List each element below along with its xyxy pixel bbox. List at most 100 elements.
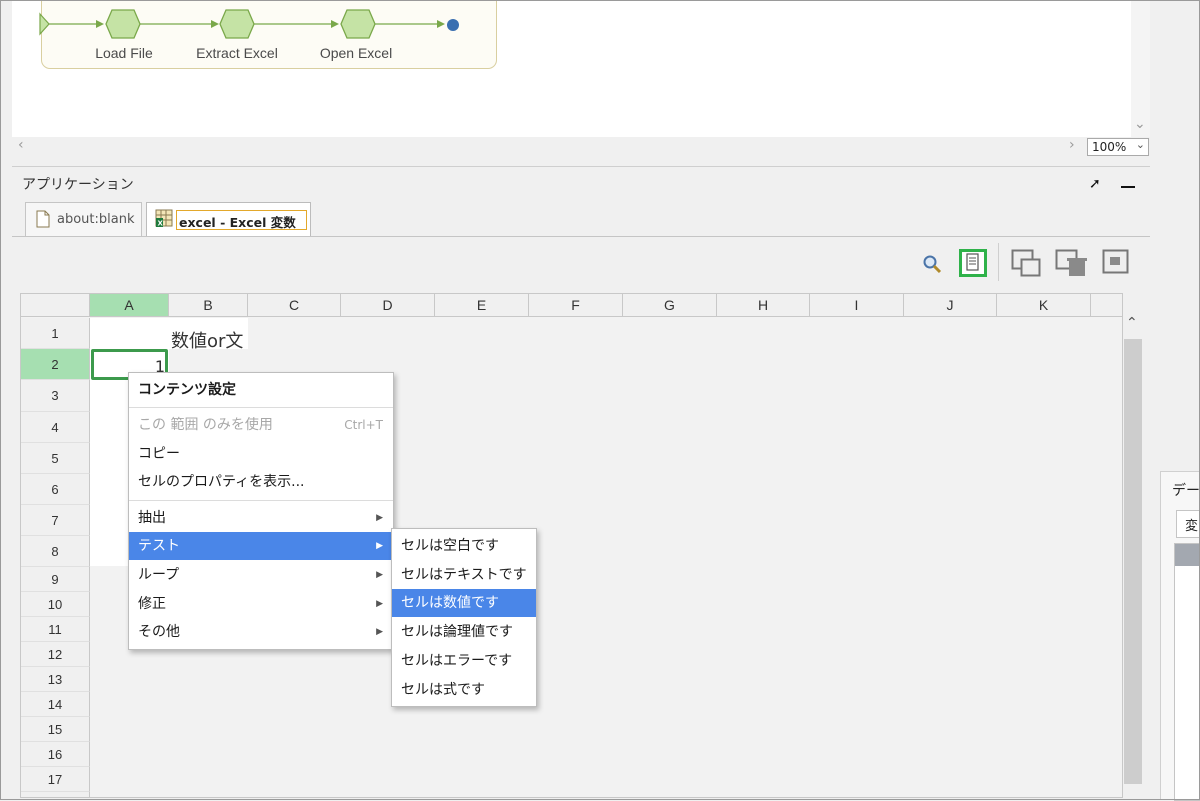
row-header[interactable]: 5 bbox=[21, 443, 90, 474]
toolbar-divider bbox=[998, 243, 999, 281]
side-pane-row[interactable] bbox=[1175, 544, 1200, 566]
row-header[interactable]: 4 bbox=[21, 412, 90, 443]
submenu-item-cell-boolean[interactable]: セルは論理値です bbox=[392, 618, 536, 646]
chevron-right-icon[interactable]: › bbox=[1069, 137, 1075, 153]
submenu-arrow-icon: ▶ bbox=[376, 513, 383, 523]
side-pane-tab[interactable]: 変 bbox=[1176, 510, 1200, 538]
row-header[interactable]: 1 bbox=[21, 318, 90, 349]
submenu-arrow-icon: ▶ bbox=[376, 570, 383, 580]
column-header[interactable]: D bbox=[341, 294, 435, 317]
row-header[interactable]: 9 bbox=[21, 567, 90, 592]
submenu-item-cell-blank[interactable]: セルは空白です bbox=[392, 532, 536, 560]
menu-item-label: セルのプロパティを表示... bbox=[138, 474, 305, 490]
tab-label: about:blank bbox=[57, 212, 135, 227]
flow-end-node bbox=[447, 19, 459, 31]
submenu-item-cell-formula[interactable]: セルは式です bbox=[392, 676, 536, 704]
cell-b1-value: 数値or文 bbox=[171, 331, 244, 352]
row-header[interactable]: 3 bbox=[21, 380, 90, 412]
submenu-item-cell-text[interactable]: セルはテキストです bbox=[392, 561, 536, 589]
row-header[interactable]: 17 bbox=[21, 767, 90, 792]
scrollbar-thumb[interactable] bbox=[1124, 339, 1142, 784]
submenu-item-cell-error[interactable]: セルはエラーです bbox=[392, 647, 536, 675]
canvas-horizontal-scrollbar[interactable]: ‹ › bbox=[12, 137, 1150, 157]
chevron-down-icon[interactable]: ⌄ bbox=[1134, 116, 1146, 132]
row-header[interactable]: 15 bbox=[21, 717, 90, 742]
side-pane-title: デー bbox=[1172, 483, 1200, 499]
context-menu: コンテンツ設定 この 範囲 のみを使用 Ctrl+T コピー セルのプロパティを… bbox=[128, 372, 394, 650]
column-header[interactable]: I bbox=[810, 294, 904, 317]
tab-about-blank[interactable]: about:blank bbox=[25, 202, 142, 236]
canvas-vertical-scrollbar[interactable]: ⌄ bbox=[1131, 0, 1150, 137]
submenu-arrow-icon: ▶ bbox=[376, 627, 383, 637]
svg-text:X: X bbox=[158, 220, 164, 228]
column-header[interactable]: K bbox=[997, 294, 1091, 317]
divider bbox=[12, 166, 1150, 167]
submenu-test: セルは空白です セルはテキストです セルは数値です セルは論理値です セルはエラ… bbox=[391, 528, 537, 707]
zoom-value: 100% bbox=[1092, 140, 1127, 154]
menu-item-use-range-only[interactable]: この 範囲 のみを使用 Ctrl+T bbox=[129, 411, 393, 439]
menu-item-copy[interactable]: コピー bbox=[129, 440, 393, 468]
tab-excel[interactable]: X excel - Excel 変数 bbox=[146, 202, 311, 237]
column-header[interactable]: H bbox=[717, 294, 810, 317]
row-header-partial bbox=[21, 792, 90, 797]
menu-item-label: ループ bbox=[138, 567, 180, 583]
column-header-empty bbox=[1091, 294, 1122, 317]
column-header[interactable]: B bbox=[169, 294, 248, 317]
row-header[interactable]: 2 bbox=[21, 349, 90, 380]
capture-icon[interactable] bbox=[1102, 249, 1130, 277]
row-header[interactable]: 10 bbox=[21, 592, 90, 617]
column-header[interactable]: F bbox=[529, 294, 623, 317]
content-settings-icon[interactable] bbox=[959, 249, 987, 277]
menu-item-label: テスト bbox=[138, 538, 180, 554]
row-header[interactable]: 13 bbox=[21, 667, 90, 692]
menu-item-extract[interactable]: 抽出 ▶ bbox=[129, 504, 393, 532]
row-header[interactable]: 6 bbox=[21, 474, 90, 505]
corner-cell[interactable] bbox=[21, 294, 90, 317]
row-header[interactable]: 12 bbox=[21, 642, 90, 667]
column-header[interactable]: J bbox=[904, 294, 997, 317]
search-icon[interactable] bbox=[921, 253, 943, 275]
copy-window-icon[interactable] bbox=[1011, 249, 1043, 279]
menu-shortcut: Ctrl+T bbox=[344, 418, 383, 432]
menu-item-label: その他 bbox=[138, 624, 180, 640]
submenu-arrow-icon: ▶ bbox=[376, 599, 383, 609]
column-header[interactable]: C bbox=[248, 294, 341, 317]
row-header[interactable]: 16 bbox=[21, 742, 90, 767]
flow-start-marker bbox=[39, 12, 50, 36]
flow-node-label: Open Excel bbox=[319, 45, 393, 61]
flow-arrowhead bbox=[437, 20, 445, 28]
menu-separator bbox=[129, 407, 393, 408]
row-header[interactable]: 7 bbox=[21, 505, 90, 536]
row-header[interactable]: 14 bbox=[21, 692, 90, 717]
panel-title: アプリケーション bbox=[22, 177, 134, 193]
divider bbox=[12, 236, 1150, 237]
menu-item-modify[interactable]: 修正 ▶ bbox=[129, 590, 393, 618]
submenu-item-cell-number[interactable]: セルは数値です bbox=[392, 589, 536, 617]
document-icon bbox=[36, 210, 50, 228]
zoom-select[interactable]: 100% ⌄ bbox=[1087, 138, 1149, 156]
flow-node-label: Extract Excel bbox=[196, 45, 278, 61]
column-header[interactable]: A bbox=[90, 294, 169, 317]
delete-window-icon[interactable] bbox=[1055, 249, 1089, 279]
column-header[interactable]: G bbox=[623, 294, 717, 317]
menu-item-loop[interactable]: ループ ▶ bbox=[129, 561, 393, 589]
flow-node-open-excel bbox=[340, 9, 376, 39]
chevron-up-icon[interactable]: ⌃ bbox=[1126, 315, 1138, 331]
menu-item-other[interactable]: その他 ▶ bbox=[129, 618, 393, 646]
menu-header: コンテンツ設定 bbox=[138, 382, 236, 398]
menu-item-cell-properties[interactable]: セルのプロパティを表示... bbox=[129, 468, 393, 496]
menu-separator bbox=[129, 500, 393, 501]
popout-icon[interactable]: ➚ bbox=[1089, 176, 1101, 192]
submenu-arrow-icon: ▶ bbox=[376, 541, 383, 551]
flow-arrowhead bbox=[211, 20, 219, 28]
row-header[interactable]: 11 bbox=[21, 617, 90, 642]
menu-item-test[interactable]: テスト ▶ bbox=[129, 532, 393, 560]
flow-arrowhead bbox=[331, 20, 339, 28]
flow-node-load-file bbox=[105, 9, 141, 39]
menu-item-label: 修正 bbox=[138, 596, 166, 612]
chevron-left-icon[interactable]: ‹ bbox=[18, 137, 24, 153]
side-pane-list[interactable] bbox=[1174, 543, 1200, 801]
column-header[interactable]: E bbox=[435, 294, 529, 317]
minimize-icon[interactable] bbox=[1121, 186, 1135, 188]
row-header[interactable]: 8 bbox=[21, 536, 90, 567]
